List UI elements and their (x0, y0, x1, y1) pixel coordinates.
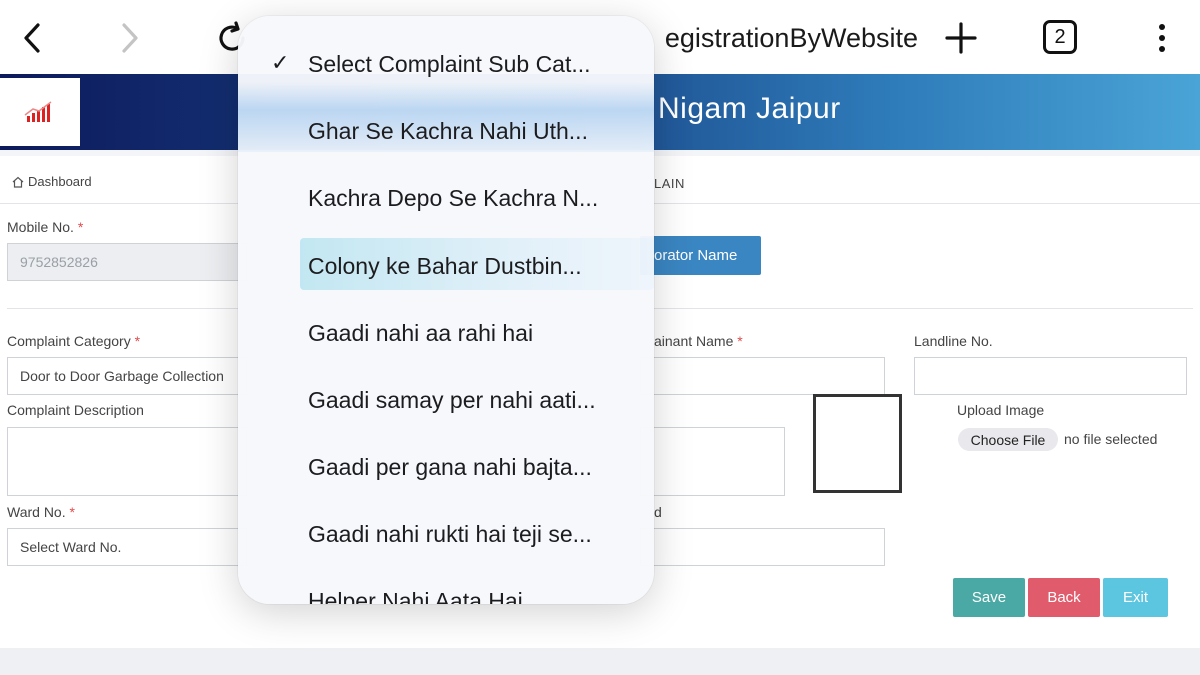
choose-file-button[interactable]: Choose File (958, 428, 1058, 451)
menu-button[interactable] (1138, 14, 1186, 62)
save-button[interactable]: Save (953, 578, 1025, 617)
complaint-category-select[interactable]: Door to Door Garbage Collection (7, 357, 247, 395)
upload-image-label: Upload Image (957, 402, 1045, 418)
mobile-label: Mobile No. * (7, 219, 84, 235)
dropdown-option[interactable]: Helper Nahi Aata Hai (308, 588, 523, 604)
dropdown-option[interactable]: Gaadi nahi aa rahi hai (308, 320, 533, 347)
field-label: d (654, 504, 662, 520)
dropdown-option[interactable]: Kachra Depo Se Kachra N... (308, 185, 598, 212)
forward-nav-button[interactable] (106, 14, 154, 62)
image-preview (813, 394, 902, 493)
home-icon (12, 176, 24, 188)
checkmark-icon: ✓ (271, 50, 290, 75)
complainant-name-label: ainant Name * (654, 333, 743, 349)
sub-category-dropdown: ✓ Select Complaint Sub Cat... Ghar Se Ka… (238, 16, 654, 604)
text-field[interactable] (640, 528, 885, 566)
section-heading: LAIN (654, 176, 685, 191)
dropdown-option[interactable]: Gaadi samay per nahi aati... (308, 387, 596, 414)
landline-label: Landline No. (914, 333, 993, 349)
footer (0, 648, 1200, 675)
chevron-right-icon (122, 23, 138, 53)
new-tab-button[interactable] (937, 14, 985, 62)
ward-label: Ward No. * (7, 504, 75, 520)
dropdown-option-selected[interactable]: Select Complaint Sub Cat... (308, 51, 591, 78)
exit-button[interactable]: Exit (1103, 578, 1168, 617)
address-field[interactable] (640, 427, 785, 496)
dropdown-option[interactable]: Gaadi nahi rukti hai teji se... (308, 521, 592, 548)
dropdown-option[interactable]: Gaadi per gana nahi bajta... (308, 454, 592, 481)
complaint-category-label: Complaint Category * (7, 333, 141, 349)
back-nav-button[interactable] (8, 14, 56, 62)
chevron-left-icon (24, 23, 40, 53)
mobile-field[interactable]: 9752852826 (7, 243, 247, 281)
more-vertical-icon (1159, 24, 1165, 52)
complaint-description-label: Complaint Description (7, 402, 144, 418)
complaint-description-field[interactable] (7, 427, 247, 496)
landline-field[interactable] (914, 357, 1187, 395)
file-status: no file selected (1064, 431, 1158, 447)
plus-icon (945, 22, 977, 54)
back-button[interactable]: Back (1028, 578, 1100, 617)
breadcrumb-dashboard: Dashboard (28, 174, 92, 189)
page-title: Nigam Jaipur (658, 92, 841, 125)
dropdown-option[interactable]: Ghar Se Kachra Nahi Uth... (308, 118, 588, 145)
dropdown-option[interactable]: Colony ke Bahar Dustbin... (308, 253, 582, 280)
ward-select[interactable]: Select Ward No. (7, 528, 247, 566)
corporator-name-button[interactable]: orator Name (640, 236, 761, 275)
tab-switcher-button[interactable]: 2 (1043, 20, 1077, 54)
chart-logo-icon (24, 101, 52, 122)
complainant-name-field[interactable] (640, 357, 885, 395)
site-logo[interactable] (0, 78, 80, 146)
breadcrumb[interactable]: Dashboard (12, 174, 92, 189)
